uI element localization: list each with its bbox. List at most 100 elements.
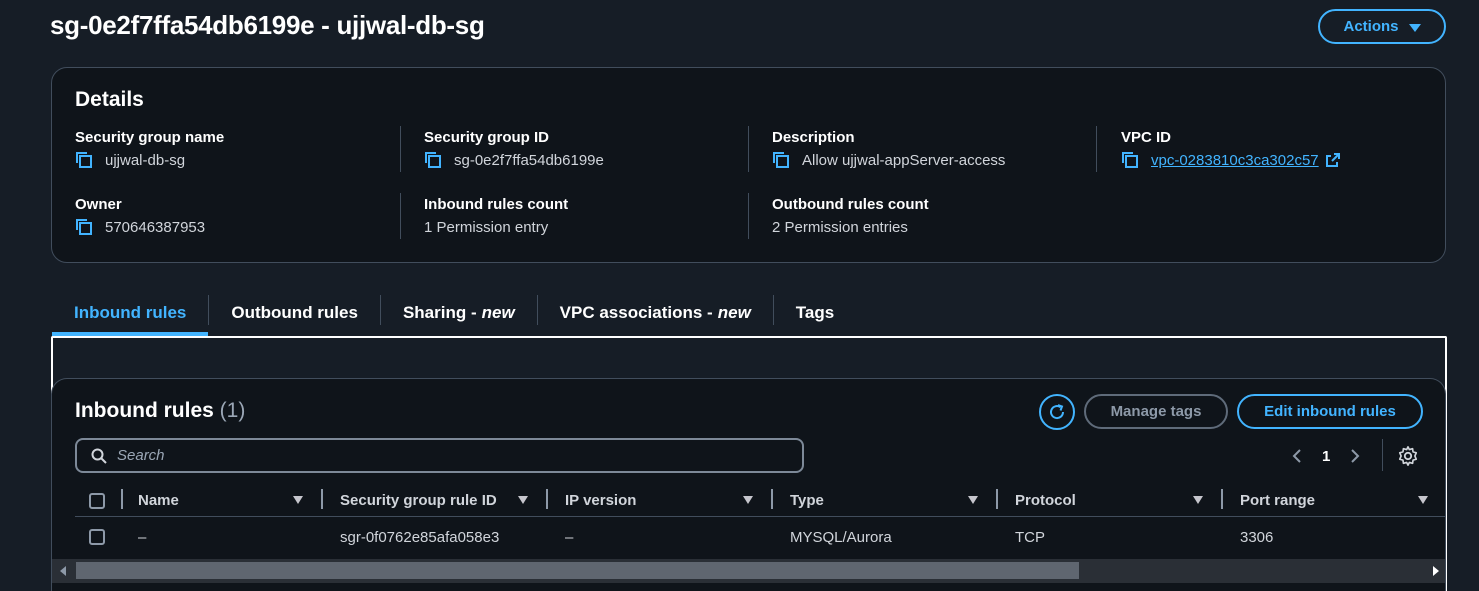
external-link-icon[interactable] [1325, 152, 1341, 168]
tab-label: VPC associations - [559, 303, 713, 322]
tab-label: Outbound rules [231, 303, 358, 322]
chevron-left-icon[interactable] [1292, 448, 1302, 464]
cell-rule-id: sgr-0f0762e85afa058e3 [340, 528, 500, 546]
tab-vpc-associations[interactable]: VPC associations - new [538, 290, 773, 336]
field-outbound-rules-count: Outbound rules count 2 Permission entrie… [772, 196, 929, 237]
field-value: ujjwal-db-sg [105, 151, 186, 169]
tab-outbound-rules[interactable]: Outbound rules [209, 290, 380, 336]
tab-label: Tags [795, 303, 835, 322]
page-title: sg-0e2f7ffa54db6199e - ujjwal-db-sg [50, 10, 485, 40]
copy-icon[interactable] [1121, 151, 1139, 169]
column-separator [121, 489, 123, 509]
field-security-group-name: Security group name ujjwal-db-sg [75, 129, 224, 170]
inbound-rules-panel: Inbound rules (1) Manage tags Edit inbou… [51, 378, 1446, 591]
field-label: Owner [75, 196, 122, 213]
copy-icon[interactable] [75, 218, 93, 236]
manage-tags-button[interactable]: Manage tags [1084, 394, 1228, 429]
field-vpc-id: VPC ID vpc-0283810c3ca302c57 [1121, 129, 1341, 170]
details-panel: Details Security group name ujjwal-db-sg… [51, 67, 1446, 263]
tab-label: Inbound rules [74, 303, 187, 322]
field-value: sg-0e2f7ffa54db6199e [454, 151, 604, 169]
column-divider [1096, 126, 1097, 172]
field-description: Description Allow ujjwal-appServer-acces… [772, 129, 1005, 170]
sort-down-icon[interactable] [743, 496, 753, 504]
copy-icon[interactable] [75, 151, 93, 169]
field-inbound-rules-count: Inbound rules count 1 Permission entry [424, 196, 568, 237]
actions-label: Actions [1343, 18, 1399, 35]
cell-name: – [138, 528, 147, 546]
refresh-icon [1050, 404, 1065, 420]
details-heading: Details [75, 88, 144, 111]
field-label: Inbound rules count [424, 196, 569, 213]
horizontal-scrollbar[interactable] [52, 559, 1445, 583]
inbound-rules-heading: Inbound rules (1) [75, 399, 245, 423]
inbound-rules-count: (1) [219, 399, 246, 422]
edit-inbound-rules-button[interactable]: Edit inbound rules [1237, 394, 1423, 429]
field-label: Outbound rules count [772, 196, 929, 213]
column-divider [748, 126, 749, 172]
column-header-ip-version[interactable]: IP version [565, 485, 636, 516]
field-label: Description [772, 129, 855, 146]
field-owner: Owner 570646387953 [75, 196, 205, 237]
sort-down-icon[interactable] [293, 496, 303, 504]
field-value: 2 Permission entries [772, 218, 908, 236]
row-checkbox[interactable] [89, 529, 105, 545]
tab-bar: Inbound rules Outbound rules Sharing - n… [52, 290, 856, 336]
scroll-left-icon[interactable] [60, 566, 66, 576]
scroll-right-icon[interactable] [1433, 566, 1439, 576]
table-header: Name Security group rule ID IP version T… [75, 485, 1445, 517]
cell-protocol: TCP [1015, 528, 1045, 546]
column-divider [400, 193, 401, 239]
copy-icon[interactable] [424, 151, 442, 169]
search-icon [91, 448, 107, 464]
column-divider [400, 126, 401, 172]
column-separator[interactable] [996, 489, 998, 509]
field-label: VPC ID [1121, 129, 1172, 146]
copy-icon[interactable] [772, 151, 790, 169]
sort-down-icon[interactable] [1418, 496, 1428, 504]
current-page[interactable]: 1 [1322, 448, 1330, 465]
column-header-port-range[interactable]: Port range [1240, 485, 1315, 516]
table-row[interactable]: – sgr-0f0762e85afa058e3 – MYSQL/Aurora T… [75, 517, 1445, 557]
tab-new-badge: new [717, 303, 751, 322]
column-header-name[interactable]: Name [138, 485, 179, 516]
sort-down-icon[interactable] [518, 496, 528, 504]
column-header-protocol[interactable]: Protocol [1015, 485, 1076, 516]
scrollbar-thumb[interactable] [76, 562, 1079, 579]
sort-down-icon[interactable] [968, 496, 978, 504]
column-divider [748, 193, 749, 239]
column-header-type[interactable]: Type [790, 485, 824, 516]
tab-inbound-rules[interactable]: Inbound rules [52, 290, 209, 336]
caret-down-icon [1408, 23, 1421, 32]
field-label: Security group name [75, 129, 225, 146]
pagination-divider [1382, 439, 1383, 471]
select-all-checkbox[interactable] [89, 492, 105, 509]
column-separator[interactable] [1221, 489, 1223, 509]
refresh-button[interactable] [1039, 394, 1075, 430]
gear-icon[interactable] [1397, 445, 1419, 467]
tab-label: Sharing - [402, 303, 477, 322]
field-value: Allow ujjwal-appServer-access [802, 151, 1006, 169]
column-header-rule-id[interactable]: Security group rule ID [340, 485, 497, 516]
tab-tags[interactable]: Tags [774, 290, 856, 336]
column-separator[interactable] [771, 489, 773, 509]
field-value: 1 Permission entry [424, 218, 549, 236]
cell-type: MYSQL/Aurora [790, 528, 892, 546]
actions-button[interactable]: Actions [1318, 9, 1446, 44]
sort-down-icon[interactable] [1193, 496, 1203, 504]
field-value: 570646387953 [105, 218, 206, 236]
vpc-id-link[interactable]: vpc-0283810c3ca302c57 [1151, 152, 1319, 169]
column-separator[interactable] [321, 489, 323, 509]
tab-sharing[interactable]: Sharing - new [381, 290, 537, 336]
pagination: 1 [1292, 444, 1360, 468]
select-all-cell [89, 485, 105, 516]
inbound-rules-title: Inbound rules [75, 399, 214, 422]
chevron-right-icon[interactable] [1350, 448, 1360, 464]
search-input[interactable] [117, 447, 767, 464]
cell-port-range: 3306 [1240, 528, 1274, 546]
cell-ip-version: – [565, 528, 574, 546]
column-separator[interactable] [546, 489, 548, 509]
search-box [75, 438, 804, 473]
field-label: Security group ID [424, 129, 550, 146]
tab-new-badge: new [481, 303, 515, 322]
